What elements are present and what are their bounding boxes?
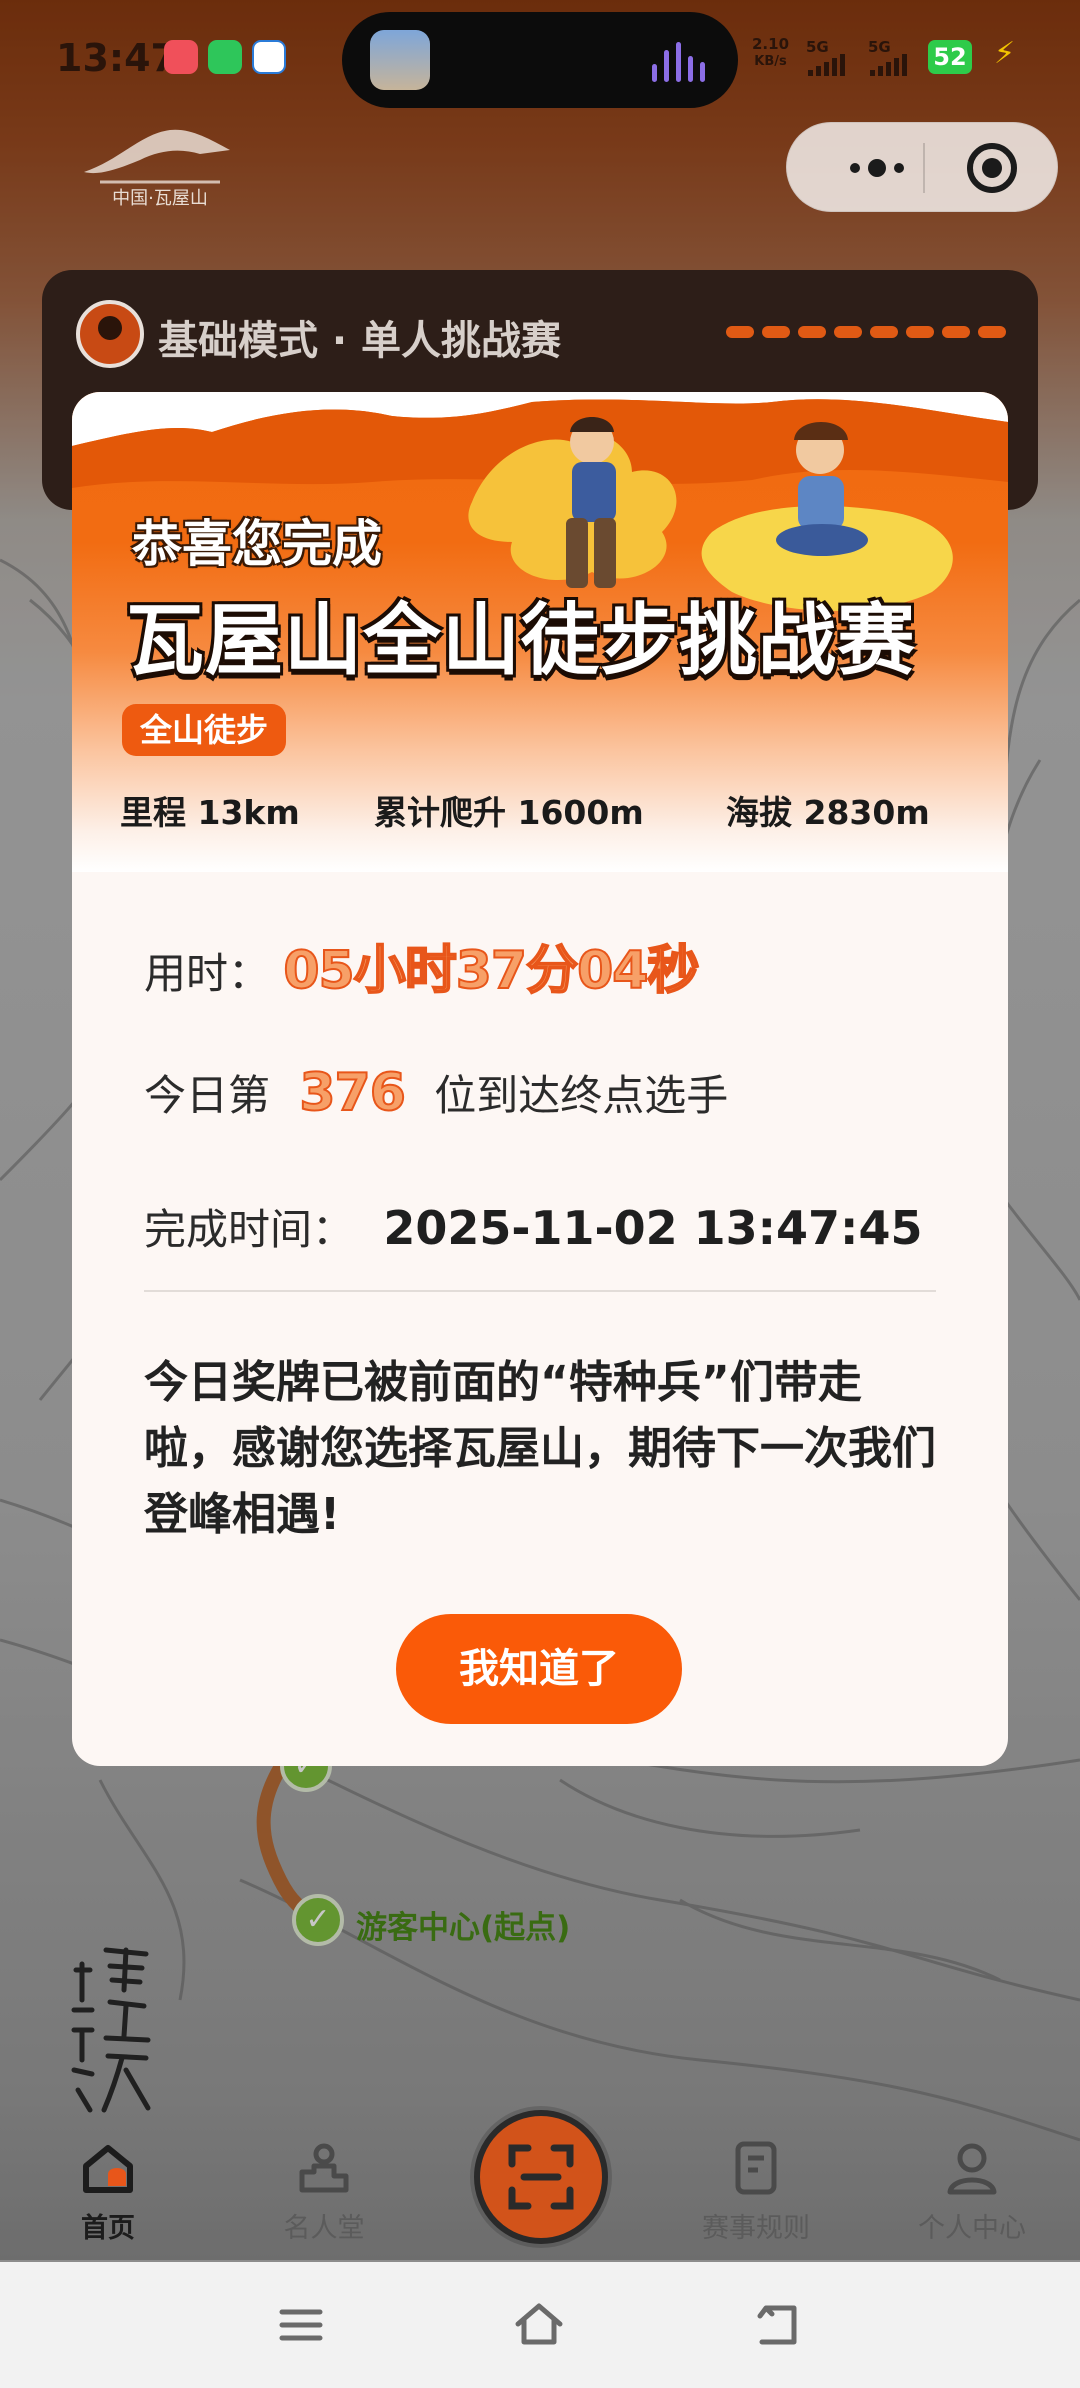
tab-profile-label: 个人中心 — [918, 2213, 1026, 2244]
network-speed-unit: KB/s — [754, 54, 787, 69]
mode-title: 基础模式 · 单人挑战赛 — [158, 318, 562, 364]
capsule-divider — [923, 143, 925, 193]
status-time: 13:47 — [56, 36, 177, 80]
notification-app-icon — [164, 40, 198, 74]
logo-text: 中国·瓦屋山 — [112, 188, 208, 209]
network-speed: 2.10 KB/s — [752, 36, 789, 70]
tab-home[interactable]: 首页 — [38, 2140, 178, 2250]
document-icon — [735, 2141, 777, 2195]
back-icon[interactable] — [754, 2300, 804, 2350]
more-icon[interactable] — [827, 123, 937, 213]
signal-bars-icon — [870, 54, 910, 76]
audio-wave-icon — [652, 42, 712, 82]
status-bar: 13:47 2.10 KB/s 5G 5G 52 ⚡ — [0, 0, 1080, 118]
stat-climb-label: 累计爬升 — [374, 793, 506, 832]
confirm-button[interactable]: 我知道了 — [396, 1614, 682, 1724]
stat-altitude-value: 2830m — [803, 793, 930, 832]
event-type-badge: 全山徒步 — [122, 704, 287, 756]
user-icon — [947, 2143, 997, 2195]
rank-row: 今日第 376 位到达终点选手 — [144, 1062, 729, 1124]
home-nav-icon[interactable] — [514, 2300, 564, 2350]
completion-dialog: 恭喜您完成 瓦屋山全山徒步挑战赛 全山徒步 里程 13km 累计爬升 1600m… — [72, 392, 1008, 1766]
menu-icon[interactable] — [276, 2300, 326, 2350]
event-title: 瓦屋山全山徒步挑战赛 — [126, 596, 917, 686]
stat-distance: 里程 13km — [120, 786, 300, 834]
dialog-banner: 恭喜您完成 瓦屋山全山徒步挑战赛 全山徒步 里程 13km 累计爬升 1600m… — [72, 392, 1008, 872]
stat-climb: 累计爬升 1600m — [374, 786, 644, 834]
tab-rules[interactable]: 赛事规则 — [686, 2140, 826, 2250]
miniprogram-capsule — [786, 122, 1058, 212]
stat-altitude-label: 海拔 — [726, 793, 792, 832]
duration-row: 用时： 05小时37分04秒 — [144, 928, 700, 1003]
scan-icon — [508, 2144, 574, 2210]
rank-value: 376 — [298, 1062, 407, 1124]
stat-distance-value: 13km — [197, 793, 300, 832]
scan-button[interactable] — [474, 2110, 608, 2244]
tab-home-label: 首页 — [81, 2213, 135, 2244]
stat-altitude: 海拔 2830m — [726, 786, 930, 834]
tab-hall-of-fame-label: 名人堂 — [283, 2213, 365, 2244]
finish-time-row: 完成时间： 2025-11-02 13:47:45 — [144, 1196, 922, 1257]
tab-hall-of-fame[interactable]: 名人堂 — [254, 2140, 394, 2250]
rank-prefix: 今日第 — [144, 1071, 271, 1120]
finish-time-label: 完成时间： — [144, 1205, 355, 1254]
home-icon — [83, 2145, 133, 2193]
stat-distance-label: 里程 — [120, 793, 186, 832]
system-nav-bar — [0, 2262, 1080, 2388]
dialog-divider — [144, 1290, 936, 1292]
signal-bars-icon — [808, 54, 848, 76]
rank-suffix: 位到达终点选手 — [434, 1071, 729, 1120]
battery-level: 52 — [928, 40, 972, 74]
duration-value: 05小时37分04秒 — [282, 940, 700, 1002]
tab-rules-label: 赛事规则 — [702, 2213, 810, 2244]
network-speed-value: 2.10 — [752, 35, 790, 53]
progress-dashes — [726, 326, 1016, 340]
dialog-message: 今日奖牌已被前面的“特种兵”们带走啦，感谢您选择瓦屋山，期待下一次我们登峰相遇! — [144, 1357, 936, 1540]
finish-time-value: 2025-11-02 13:47:45 — [383, 1201, 923, 1255]
podium-icon — [299, 2143, 349, 2193]
event-stats: 里程 13km 累计爬升 1600m 海拔 2830m — [72, 786, 1008, 836]
charging-icon: ⚡ — [994, 36, 1016, 71]
phone-app-icon — [208, 40, 242, 74]
avatar[interactable] — [76, 300, 144, 368]
app-notify-icon — [252, 40, 286, 74]
duration-label: 用时： — [144, 949, 271, 998]
media-thumbnail — [370, 30, 430, 90]
dynamic-island[interactable] — [342, 12, 738, 108]
wawushan-logo: 中国·瓦屋山 — [84, 129, 230, 209]
stat-climb-value: 1600m — [517, 793, 644, 832]
tab-profile[interactable]: 个人中心 — [902, 2140, 1042, 2250]
close-miniprogram-icon[interactable] — [967, 143, 1017, 193]
greeting-text: 恭喜您完成 — [132, 515, 382, 573]
